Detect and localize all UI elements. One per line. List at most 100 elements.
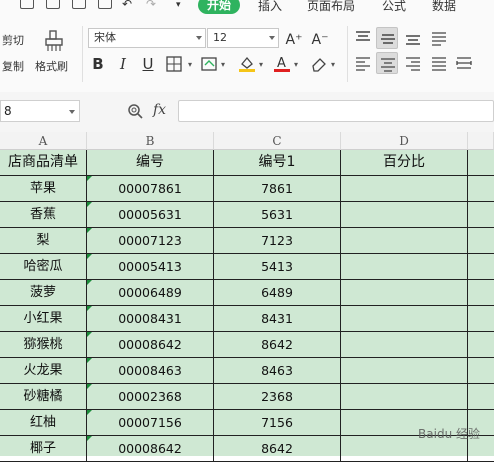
save-icon[interactable] — [20, 0, 34, 9]
table-cell[interactable] — [468, 254, 494, 280]
table-cell[interactable] — [468, 358, 494, 384]
undo-icon[interactable]: ↶ — [122, 0, 132, 11]
font-color-icon[interactable]: A — [273, 55, 291, 73]
table-cell[interactable]: 00008642 — [87, 332, 214, 358]
table-cell[interactable] — [341, 358, 468, 384]
table-cell[interactable]: 火龙果 — [0, 358, 87, 384]
table-cell[interactable]: 砂糖橘 — [0, 384, 87, 410]
chevron-down-icon[interactable]: ▾ — [294, 60, 298, 69]
table-cell[interactable] — [341, 306, 468, 332]
table-cell[interactable]: 8463 — [214, 358, 341, 384]
table-cell[interactable]: 00005631 — [87, 202, 214, 228]
table-cell[interactable] — [468, 384, 494, 410]
table-cell[interactable] — [468, 150, 494, 176]
table-cell[interactable]: 7861 — [214, 176, 341, 202]
format-painter-icon[interactable] — [44, 30, 64, 52]
clear-format-icon[interactable] — [310, 55, 328, 73]
font-family-select[interactable]: 宋体 — [88, 28, 206, 48]
fill-color-icon[interactable] — [238, 55, 256, 73]
table-cell[interactable]: 00007861 — [87, 176, 214, 202]
formula-input[interactable] — [178, 100, 494, 122]
table-cell[interactable]: 00002368 — [87, 384, 214, 410]
cell-style-icon[interactable] — [201, 56, 219, 72]
table-cell[interactable]: 哈密瓜 — [0, 254, 87, 280]
header-cell[interactable]: 编号 — [87, 150, 214, 176]
chevron-down-icon[interactable]: ▾ — [259, 60, 263, 69]
table-cell[interactable] — [468, 202, 494, 228]
table-cell[interactable]: 2368 — [214, 384, 341, 410]
bold-button[interactable]: B — [88, 54, 108, 74]
chevron-down-icon[interactable]: ▾ — [331, 60, 335, 69]
table-cell[interactable] — [468, 280, 494, 306]
table-cell[interactable]: 8642 — [214, 332, 341, 358]
table-cell[interactable]: 6489 — [214, 280, 341, 306]
table-cell[interactable]: 00007156 — [87, 410, 214, 436]
table-cell[interactable]: 00006489 — [87, 280, 214, 306]
table-cell[interactable] — [341, 228, 468, 254]
tab-insert[interactable]: 插入 — [258, 0, 282, 14]
tab-home[interactable]: 开始 — [198, 0, 241, 14]
column-header-e[interactable] — [468, 132, 494, 150]
export-icon[interactable] — [46, 0, 60, 9]
borders-icon[interactable] — [166, 56, 184, 72]
table-cell[interactable] — [341, 280, 468, 306]
chevron-down-icon[interactable]: ▾ — [188, 60, 192, 69]
column-header-d[interactable]: D — [341, 132, 468, 150]
table-cell[interactable]: 00005413 — [87, 254, 214, 280]
align-right-button[interactable] — [402, 52, 424, 74]
column-header-b[interactable]: B — [87, 132, 214, 150]
header-cell[interactable]: 店商品清单 — [0, 150, 87, 176]
table-cell[interactable]: 猕猴桃 — [0, 332, 87, 358]
table-cell[interactable]: 00007123 — [87, 228, 214, 254]
table-cell[interactable]: 8642 — [214, 436, 341, 462]
table-cell[interactable]: 7156 — [214, 410, 341, 436]
table-cell[interactable] — [341, 332, 468, 358]
italic-button[interactable]: I — [113, 54, 133, 74]
column-header-a[interactable]: A — [0, 132, 87, 150]
underline-button[interactable]: U — [138, 54, 158, 74]
wrap-text-button[interactable] — [428, 27, 450, 49]
table-cell[interactable] — [468, 332, 494, 358]
font-size-select[interactable]: 12 — [207, 28, 279, 48]
tab-page-layout[interactable]: 页面布局 — [307, 0, 355, 14]
zoom-search-icon[interactable] — [127, 103, 143, 119]
table-cell[interactable]: 8431 — [214, 306, 341, 332]
format-painter-label[interactable]: 格式刷 — [35, 58, 68, 74]
align-bottom-button[interactable] — [402, 27, 424, 49]
table-cell[interactable] — [341, 254, 468, 280]
tab-data[interactable]: 数据 — [432, 0, 456, 14]
print-icon[interactable] — [72, 0, 86, 9]
name-box[interactable]: 8 — [0, 100, 80, 122]
table-cell[interactable]: 7123 — [214, 228, 341, 254]
align-middle-button[interactable] — [376, 27, 398, 49]
table-cell[interactable]: 00008642 — [87, 436, 214, 462]
cut-button[interactable]: 剪切 — [2, 32, 24, 48]
table-cell[interactable] — [468, 228, 494, 254]
shrink-font-button[interactable]: A⁻ — [310, 30, 330, 50]
justify-button[interactable] — [428, 52, 450, 74]
table-cell[interactable]: 00008431 — [87, 306, 214, 332]
table-cell[interactable]: 香蕉 — [0, 202, 87, 228]
table-cell[interactable] — [341, 176, 468, 202]
table-cell[interactable] — [468, 176, 494, 202]
column-header-c[interactable]: C — [214, 132, 341, 150]
grow-font-button[interactable]: A⁺ — [284, 30, 304, 50]
table-cell[interactable]: 5413 — [214, 254, 341, 280]
spreadsheet-grid[interactable]: 店商品清单 编号 编号1 百分比苹果 00007861 7861 香蕉 00005631 563… — [0, 150, 494, 462]
redo-icon[interactable]: ↷ — [146, 0, 156, 11]
customize-icon[interactable]: ▾ — [176, 0, 181, 10]
header-cell[interactable]: 编号1 — [214, 150, 341, 176]
align-left-button[interactable] — [352, 52, 374, 74]
table-cell[interactable]: 椰子 — [0, 436, 87, 462]
table-cell[interactable]: 小红果 — [0, 306, 87, 332]
table-cell[interactable]: 菠萝 — [0, 280, 87, 306]
header-cell[interactable]: 百分比 — [341, 150, 468, 176]
table-cell[interactable] — [341, 384, 468, 410]
tab-formulas[interactable]: 公式 — [382, 0, 406, 14]
table-cell[interactable] — [468, 306, 494, 332]
table-cell[interactable]: 00008463 — [87, 358, 214, 384]
table-cell[interactable]: 5631 — [214, 202, 341, 228]
table-cell[interactable]: 苹果 — [0, 176, 87, 202]
preview-icon[interactable] — [98, 0, 112, 9]
distributed-button[interactable] — [453, 52, 475, 74]
